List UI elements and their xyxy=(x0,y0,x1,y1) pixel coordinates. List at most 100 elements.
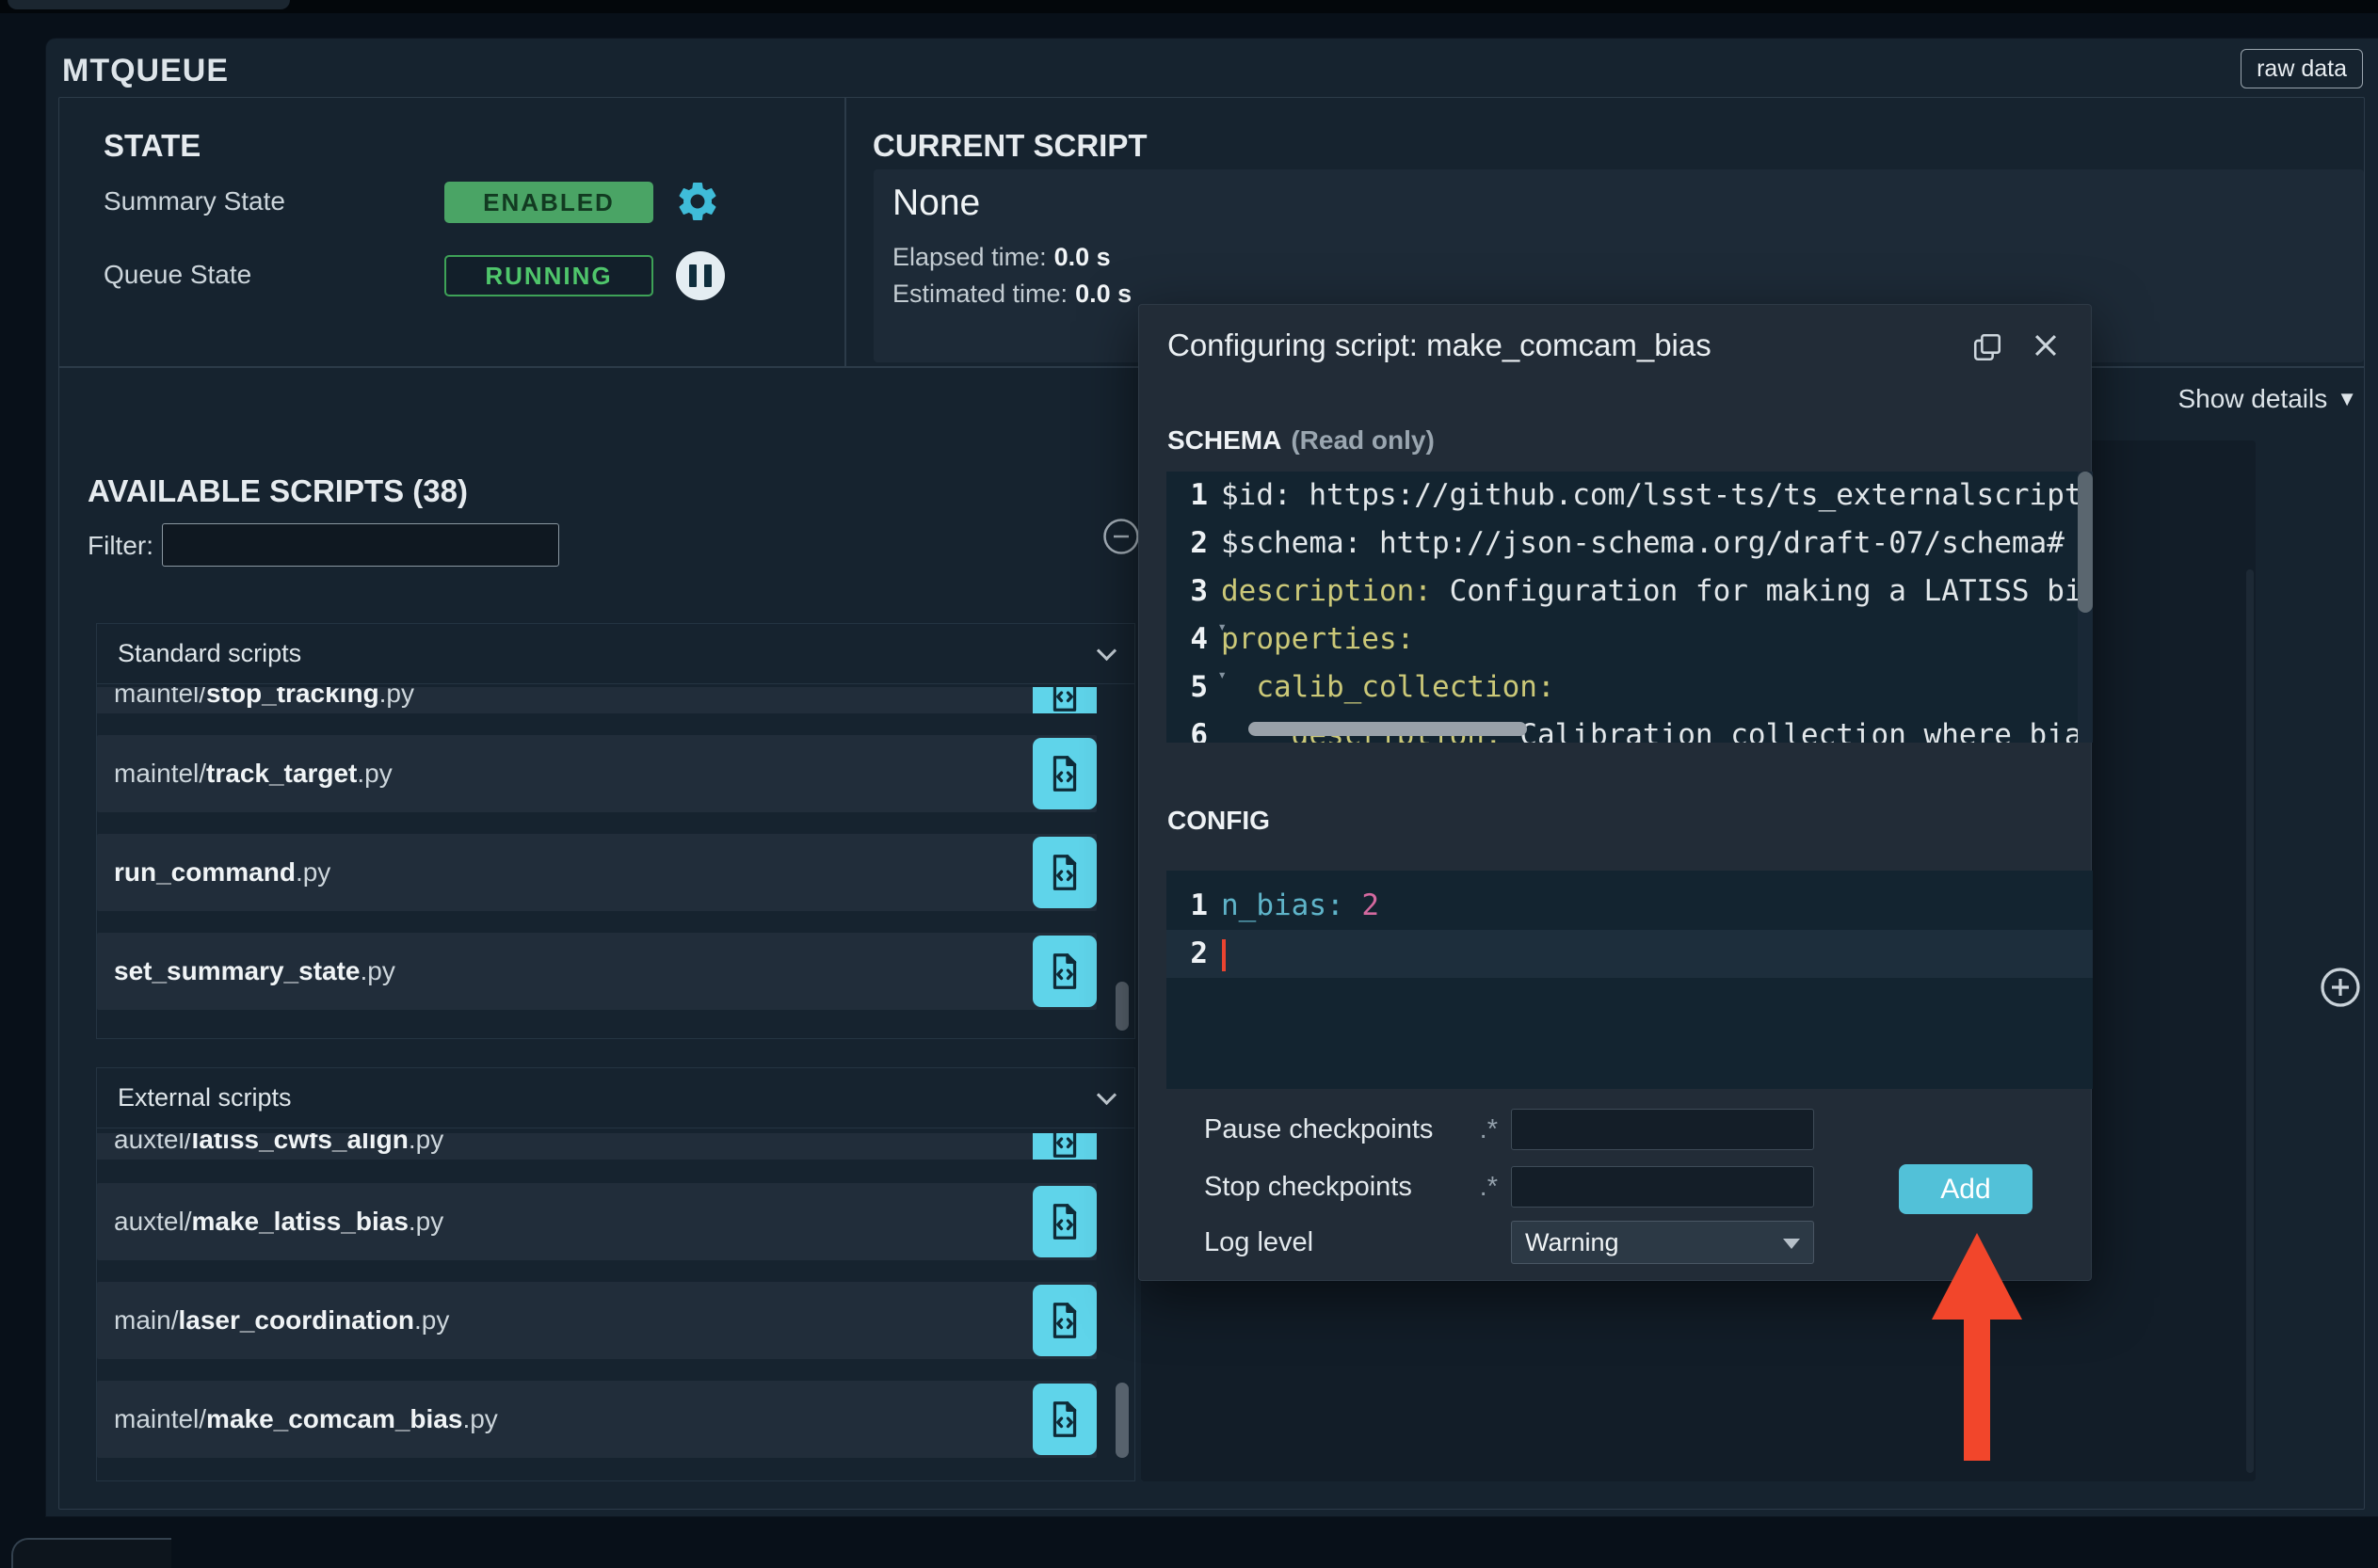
script-ext: .py xyxy=(408,1207,444,1236)
line-number: 2 xyxy=(1190,526,1208,560)
script-row[interactable]: main/laser_coordination .py xyxy=(97,1282,1097,1359)
script-name: stop_tracking xyxy=(206,687,379,708)
log-level-value: Warning xyxy=(1525,1227,1619,1256)
elapsed-label: Elapsed time: xyxy=(892,243,1047,271)
script-row[interactable]: maintel/track_target .py xyxy=(97,735,1097,812)
script-row[interactable]: auxtel/make_latiss_bias .py xyxy=(97,1183,1097,1260)
estimated-value: 0.0 s xyxy=(1075,280,1133,308)
log-level-row: Log level Warning xyxy=(1204,1221,2051,1264)
script-name: latiss_cwfs_align xyxy=(191,1133,409,1154)
scrollbar-thumb[interactable] xyxy=(1248,722,1527,736)
script-row[interactable]: run_command .py xyxy=(97,834,1097,911)
pause-checkpoints-input[interactable] xyxy=(1511,1109,1814,1150)
pause-checkpoints-row: Pause checkpoints .* xyxy=(1204,1108,2051,1151)
script-row[interactable]: maintel/stop_tracking .py xyxy=(97,687,1097,713)
top-window-edge xyxy=(8,0,290,9)
launch-script-icon[interactable] xyxy=(1033,837,1097,908)
section-scrollbar[interactable] xyxy=(1116,1383,1129,1458)
queue-scrollbar[interactable] xyxy=(2246,569,2254,1473)
close-icon[interactable] xyxy=(2030,329,2062,366)
code-line: 4 ▾ properties: xyxy=(1166,616,2093,664)
available-scripts-heading: AVAILABLE SCRIPTS (38) xyxy=(88,473,468,508)
schema-hscrollbar[interactable] xyxy=(1248,722,2093,736)
script-name: run_command xyxy=(114,857,296,887)
standard-scripts-header[interactable]: Standard scripts xyxy=(97,624,1134,684)
elapsed-value: 0.0 s xyxy=(1053,243,1111,271)
estimated-label: Estimated time: xyxy=(892,280,1068,308)
summary-state-label: Summary State xyxy=(104,186,285,216)
external-scripts-section: External scripts auxtel/latiss_cwfs_alig… xyxy=(96,1067,1135,1481)
script-ext: .py xyxy=(378,687,415,708)
schema-editor: 1 $id: https://github.com/lsst-ts/ts_ext… xyxy=(1166,472,2093,743)
copy-icon[interactable] xyxy=(1971,331,2003,368)
gear-icon[interactable] xyxy=(672,176,723,227)
script-path: auxtel/ xyxy=(114,1133,192,1154)
script-path: main/ xyxy=(114,1305,179,1335)
code-line: 5 ▾ calib_collection: xyxy=(1166,664,2093,712)
external-scripts-header[interactable]: External scripts xyxy=(97,1068,1134,1128)
pause-bar xyxy=(689,264,697,287)
script-name: track_target xyxy=(206,759,358,788)
stop-checkpoints-label: Stop checkpoints xyxy=(1204,1171,1412,1202)
chevron-down-icon[interactable] xyxy=(1096,640,1117,662)
launch-script-icon[interactable] xyxy=(1033,1186,1097,1257)
launch-script-icon[interactable] xyxy=(1033,1133,1097,1160)
line-number: 5 ▾ xyxy=(1190,665,1227,705)
state-heading: STATE xyxy=(104,128,201,163)
config-editor[interactable]: 1 n_bias: 2 2 xyxy=(1166,871,2093,1089)
schema-vscrollbar[interactable] xyxy=(2078,472,2093,743)
code-line: 3 description: Configuration for making … xyxy=(1166,568,2093,616)
line-number: 1 xyxy=(1190,888,1208,922)
clipped-script-row: auxtel/latiss_cwfs_align .py xyxy=(97,1133,1097,1160)
log-level-select[interactable]: Warning xyxy=(1511,1221,1814,1264)
configure-script-modal: Configuring script: make_comcam_bias SCH… xyxy=(1138,304,2093,1281)
launch-script-icon[interactable] xyxy=(1033,936,1097,1007)
queue-state-badge: RUNNING xyxy=(444,255,653,296)
chevron-down-icon[interactable] xyxy=(1096,1084,1117,1106)
code-line-active[interactable]: 2 xyxy=(1166,930,2093,978)
script-path: auxtel/ xyxy=(114,1207,192,1236)
scrollbar-thumb[interactable] xyxy=(2078,472,2093,613)
clipped-script-row: maintel/stop_tracking .py xyxy=(97,687,1097,713)
raw-data-button[interactable]: raw data xyxy=(2241,49,2363,88)
panel-title: MTQUEUE xyxy=(62,53,229,88)
annotation-arrow-head xyxy=(1932,1233,2022,1320)
script-row[interactable]: maintel/make_comcam_bias .py xyxy=(97,1381,1097,1458)
script-row[interactable]: set_summary_state .py xyxy=(97,933,1097,1010)
fold-icon[interactable]: ▾ xyxy=(1217,619,1227,634)
queue-state-label: Queue State xyxy=(104,260,252,289)
launch-script-icon[interactable] xyxy=(1033,1285,1097,1356)
plus-circle-icon[interactable] xyxy=(2318,965,2365,1012)
script-ext: .py xyxy=(357,759,393,788)
section-label: Standard scripts xyxy=(118,639,302,667)
chevron-down-icon: ▼ xyxy=(2337,387,2357,410)
script-path: maintel/ xyxy=(114,687,207,708)
add-button[interactable]: Add xyxy=(1899,1164,2033,1214)
log-level-label: Log level xyxy=(1204,1226,1314,1257)
schema-label: SCHEMA xyxy=(1167,425,1282,455)
show-details-toggle[interactable]: Show details ▼ xyxy=(2177,384,2357,414)
launch-script-icon[interactable] xyxy=(1033,738,1097,809)
code-line: 1 $id: https://github.com/lsst-ts/ts_ext… xyxy=(1166,472,2093,520)
stop-checkpoints-input[interactable] xyxy=(1511,1166,1814,1208)
annotation-arrow-shaft xyxy=(1964,1316,1990,1461)
current-script-name: None xyxy=(892,183,981,223)
collapse-all-icon[interactable] xyxy=(1101,517,1141,556)
launch-script-icon[interactable] xyxy=(1033,687,1097,713)
text-cursor xyxy=(1222,938,1226,971)
filter-input[interactable] xyxy=(162,523,559,567)
schema-readonly-note: (Read only) xyxy=(1291,425,1435,455)
fold-icon[interactable]: ▾ xyxy=(1217,667,1227,682)
pause-queue-icon[interactable] xyxy=(676,251,725,300)
show-details-label: Show details xyxy=(2177,384,2328,413)
script-row[interactable]: auxtel/latiss_cwfs_align .py xyxy=(97,1133,1097,1160)
launch-script-icon[interactable] xyxy=(1033,1384,1097,1455)
script-ext: .py xyxy=(413,1305,450,1335)
screen: MTQUEUE raw data STATE Summary State ENA… xyxy=(0,0,2378,1568)
line-number: 1 xyxy=(1190,478,1208,512)
regex-hint: .* xyxy=(1479,1113,1498,1144)
code-line[interactable]: 1 n_bias: 2 xyxy=(1166,882,2093,930)
section-scrollbar[interactable] xyxy=(1116,982,1129,1031)
line-number: 6 xyxy=(1190,718,1208,743)
script-name: set_summary_state xyxy=(114,956,361,985)
